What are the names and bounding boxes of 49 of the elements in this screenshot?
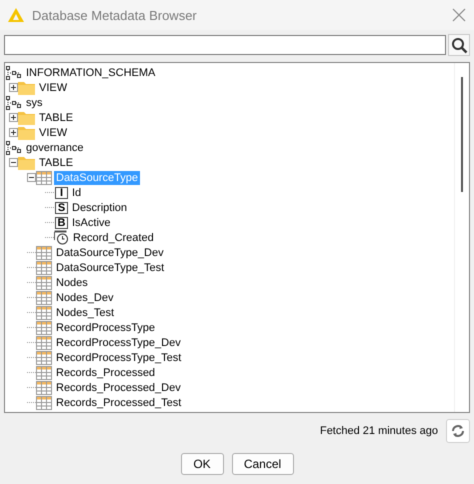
expand-icon[interactable] (9, 83, 18, 92)
dialog-button[interactable]: OK (180, 453, 224, 475)
clock-icon (54, 230, 69, 245)
tree-item[interactable]: DataSourceType_Test (54, 260, 166, 274)
scrollbar-thumb[interactable] (461, 77, 463, 192)
tree-item[interactable]: Records_Processed_Dev (54, 380, 183, 394)
search-field[interactable] (4, 35, 446, 55)
tree-item[interactable]: sys (24, 96, 44, 110)
tree-item[interactable]: RecordProcessType (54, 320, 158, 334)
tree-item[interactable]: VIEW (37, 80, 70, 94)
app-logo-icon (8, 8, 24, 22)
column-type-badge: B (55, 216, 68, 228)
schema-icon (6, 66, 22, 80)
schema-icon (6, 140, 22, 154)
tree-item[interactable]: RecordProcessType_Test (54, 350, 184, 364)
tree-item[interactable]: governance (24, 140, 86, 154)
tree-item[interactable]: TABLE (37, 110, 76, 124)
folder-icon (18, 156, 35, 170)
column-type-badge: I (55, 186, 68, 198)
fetch-status: Fetched 21 minutes ago (320, 425, 438, 437)
tree-item[interactable]: TABLE (37, 156, 76, 170)
column-type-badge: S (55, 202, 68, 214)
tree-item[interactable]: Nodes (54, 276, 90, 290)
tree-item[interactable]: DataSourceType_Dev (54, 246, 166, 260)
close-icon[interactable] (452, 8, 466, 22)
refresh-icon[interactable] (451, 424, 465, 438)
folder-icon (18, 80, 35, 94)
schema-icon (6, 96, 22, 110)
tree-item[interactable]: Nodes_Test (54, 306, 116, 320)
folder-icon (18, 126, 35, 140)
tree-item[interactable]: IsActive (70, 216, 113, 230)
tree-item[interactable]: VIEW (37, 126, 70, 140)
dialog-button[interactable]: Cancel (232, 453, 294, 475)
tree-item[interactable]: Records_Processed (54, 366, 158, 380)
table-icon (36, 170, 52, 184)
tree-item[interactable]: Record_Created (71, 230, 156, 244)
collapse-icon[interactable] (27, 173, 36, 182)
folder-icon (18, 110, 35, 124)
tree-item[interactable]: Id (70, 186, 84, 200)
tree-item[interactable]: INFORMATION_SCHEMA (24, 66, 158, 80)
window-title: Database Metadata Browser (32, 8, 198, 22)
refresh-button[interactable] (446, 419, 470, 443)
tree-item[interactable]: RecordProcessType_Dev (54, 336, 183, 350)
tree-item[interactable]: Nodes_Dev (54, 290, 116, 304)
expand-icon[interactable] (9, 128, 18, 137)
tree-item[interactable]: Description (70, 200, 130, 214)
tree-item[interactable]: Records_Processed_Test (54, 396, 184, 410)
collapse-icon[interactable] (9, 158, 18, 167)
expand-icon[interactable] (9, 113, 18, 122)
